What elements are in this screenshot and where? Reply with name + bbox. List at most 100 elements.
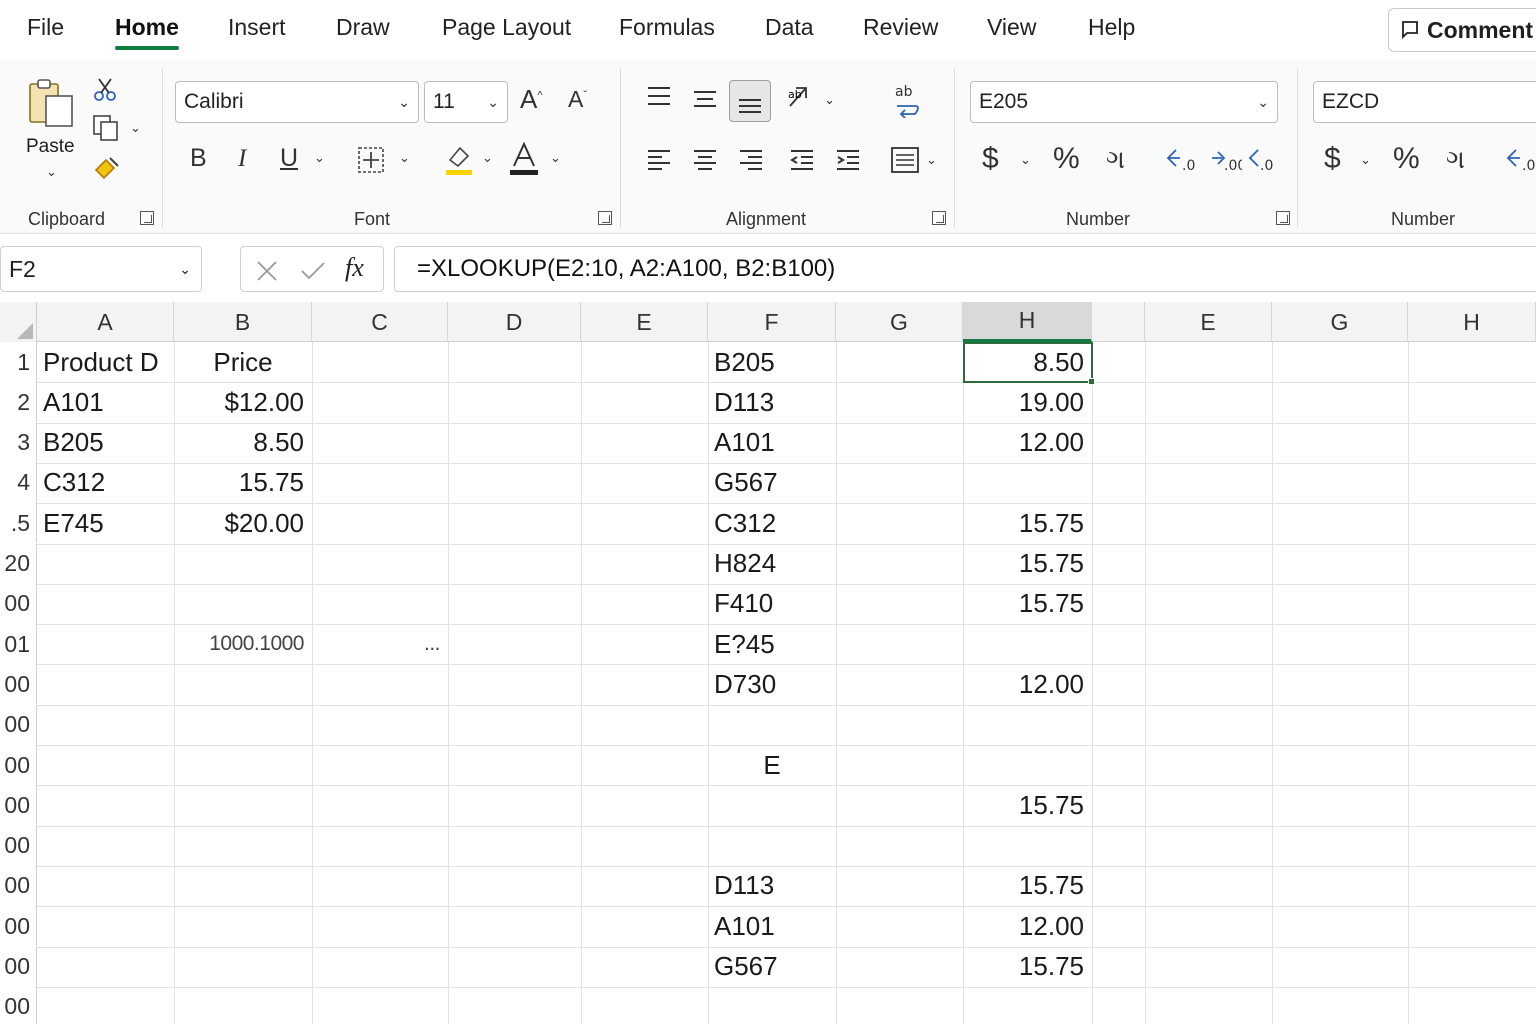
row-header[interactable]: 00	[0, 745, 37, 785]
row-header[interactable]: 00	[0, 664, 37, 705]
cell[interactable]: H824	[708, 544, 836, 584]
column-header[interactable]: D	[448, 302, 581, 342]
paste-dropdown-icon[interactable]: ⌄	[46, 164, 57, 180]
font-color-icon[interactable]	[508, 142, 540, 176]
increase-indent-icon[interactable]	[835, 148, 861, 172]
row-header[interactable]: 00	[0, 704, 37, 745]
currency-dropdown-icon[interactable]: ⌄	[1020, 152, 1031, 168]
cell[interactable]: A101	[708, 906, 836, 946]
cell[interactable]: $12.00	[174, 382, 312, 422]
menu-draw[interactable]: Draw	[336, 14, 390, 41]
cell[interactable]: A101	[37, 382, 174, 422]
bold-button[interactable]: B	[190, 146, 207, 171]
column-header[interactable]: A	[37, 302, 174, 342]
name-box[interactable]: F2 ⌄	[0, 246, 202, 292]
cell[interactable]: D113	[708, 866, 836, 906]
cell[interactable]: A101	[708, 423, 836, 463]
cell[interactable]: E745	[37, 503, 174, 543]
cell[interactable]: 8.50	[174, 423, 312, 463]
cell[interactable]: 15.75	[963, 947, 1092, 987]
number-launcher-icon[interactable]	[1276, 211, 1290, 225]
row-header[interactable]: 4	[0, 462, 37, 503]
italic-button[interactable]: I	[238, 146, 246, 171]
cell[interactable]: D113	[708, 382, 836, 422]
cell[interactable]: ...	[312, 624, 448, 664]
underline-dropdown-icon[interactable]: ⌄	[314, 150, 325, 166]
increase-font-size-icon[interactable]: A^	[520, 86, 543, 112]
format-painter-icon[interactable]	[92, 154, 122, 184]
formula-input[interactable]: =XLOOKUP(E2:10, A2:A100, B2:B100)	[394, 246, 1536, 292]
column-header[interactable]: B	[174, 302, 312, 342]
column-header[interactable]: E	[581, 302, 708, 342]
font-size-dropdown[interactable]: 11 ⌄	[424, 81, 508, 123]
cell[interactable]: D730	[708, 664, 836, 704]
alignment-launcher-icon[interactable]	[932, 211, 946, 225]
decrease-decimal-icon[interactable]: .0	[1164, 146, 1198, 174]
cell[interactable]: 15.75	[963, 785, 1092, 825]
insert-function-icon[interactable]: fx	[345, 253, 364, 283]
cell[interactable]: $20.00	[174, 503, 312, 543]
cell[interactable]: 12.00	[963, 664, 1092, 704]
align-center-icon[interactable]	[692, 148, 718, 172]
cancel-icon[interactable]	[255, 259, 279, 283]
menu-help[interactable]: Help	[1088, 14, 1135, 41]
cell[interactable]: G567	[708, 947, 836, 987]
menu-home[interactable]: Home	[115, 14, 179, 41]
paste-button[interactable]	[26, 78, 76, 135]
column-header[interactable]: G	[836, 302, 963, 342]
menu-insert[interactable]: Insert	[228, 14, 286, 41]
cell[interactable]: 15.75	[963, 544, 1092, 584]
cell[interactable]: 12.00	[963, 423, 1092, 463]
column-header[interactable]: G	[1272, 302, 1408, 342]
cell[interactable]: 1000.1000	[174, 624, 312, 664]
menu-data[interactable]: Data	[765, 14, 814, 41]
cell[interactable]: 15.75	[963, 503, 1092, 543]
cell[interactable]: C312	[708, 503, 836, 543]
menu-review[interactable]: Review	[863, 14, 938, 41]
select-all-corner[interactable]	[0, 302, 37, 342]
font-color-dropdown-icon[interactable]: ⌄	[550, 150, 561, 166]
menu-formulas[interactable]: Formulas	[619, 14, 715, 41]
column-header[interactable]: H	[1408, 302, 1536, 342]
font-name-dropdown[interactable]: Calibri ⌄	[175, 81, 419, 123]
top-align-icon[interactable]	[646, 86, 672, 108]
copy-icon[interactable]	[92, 114, 122, 142]
row-header[interactable]: 2	[0, 382, 37, 423]
percent-icon[interactable]: %	[1053, 144, 1080, 174]
cell[interactable]: C312	[37, 463, 174, 503]
enter-check-icon[interactable]	[299, 259, 327, 283]
row-header[interactable]: 1	[0, 342, 37, 382]
percent-icon[interactable]: %	[1393, 144, 1420, 174]
cell[interactable]: 15.75	[963, 584, 1092, 624]
currency-dropdown-icon[interactable]: ⌄	[1360, 152, 1371, 168]
cell[interactable]: 15.75	[174, 463, 312, 503]
menu-file[interactable]: File	[27, 14, 64, 41]
number-format-dropdown-2[interactable]: EZCD	[1313, 81, 1536, 123]
row-header[interactable]: 00	[0, 583, 37, 624]
orientation-icon[interactable]: ab	[786, 84, 816, 112]
number-format-dropdown[interactable]: E205 ⌄	[970, 81, 1278, 123]
cell[interactable]: 12.00	[963, 906, 1092, 946]
row-header[interactable]: .5	[0, 503, 37, 544]
column-header[interactable]: F	[708, 302, 836, 342]
decrease-decimal-icon[interactable]: .0	[1504, 146, 1536, 174]
menu-view[interactable]: View	[987, 14, 1036, 41]
decrease-font-size-icon[interactable]: Aˇ	[568, 88, 587, 111]
comma-style-icon[interactable]: ગ	[1106, 146, 1125, 172]
row-header[interactable]: 00	[0, 865, 37, 906]
fill-handle[interactable]	[1088, 378, 1095, 386]
cell[interactable]: Product D	[37, 342, 174, 382]
wrap-text-icon[interactable]: ab	[893, 82, 923, 118]
cell[interactable]: B205	[37, 423, 174, 463]
row-header[interactable]: 00	[0, 785, 37, 826]
cell[interactable]: G567	[708, 463, 836, 503]
decrease-indent-icon[interactable]	[789, 148, 815, 172]
merge-center-icon[interactable]	[890, 146, 920, 174]
align-left-icon[interactable]	[646, 148, 672, 172]
cell[interactable]: E?45	[708, 624, 836, 664]
align-right-icon[interactable]	[738, 148, 764, 172]
cell[interactable]: 15.75	[963, 866, 1092, 906]
cell[interactable]: F410	[708, 584, 836, 624]
underline-button[interactable]: U	[280, 146, 298, 171]
row-header[interactable]: 01	[0, 624, 37, 665]
